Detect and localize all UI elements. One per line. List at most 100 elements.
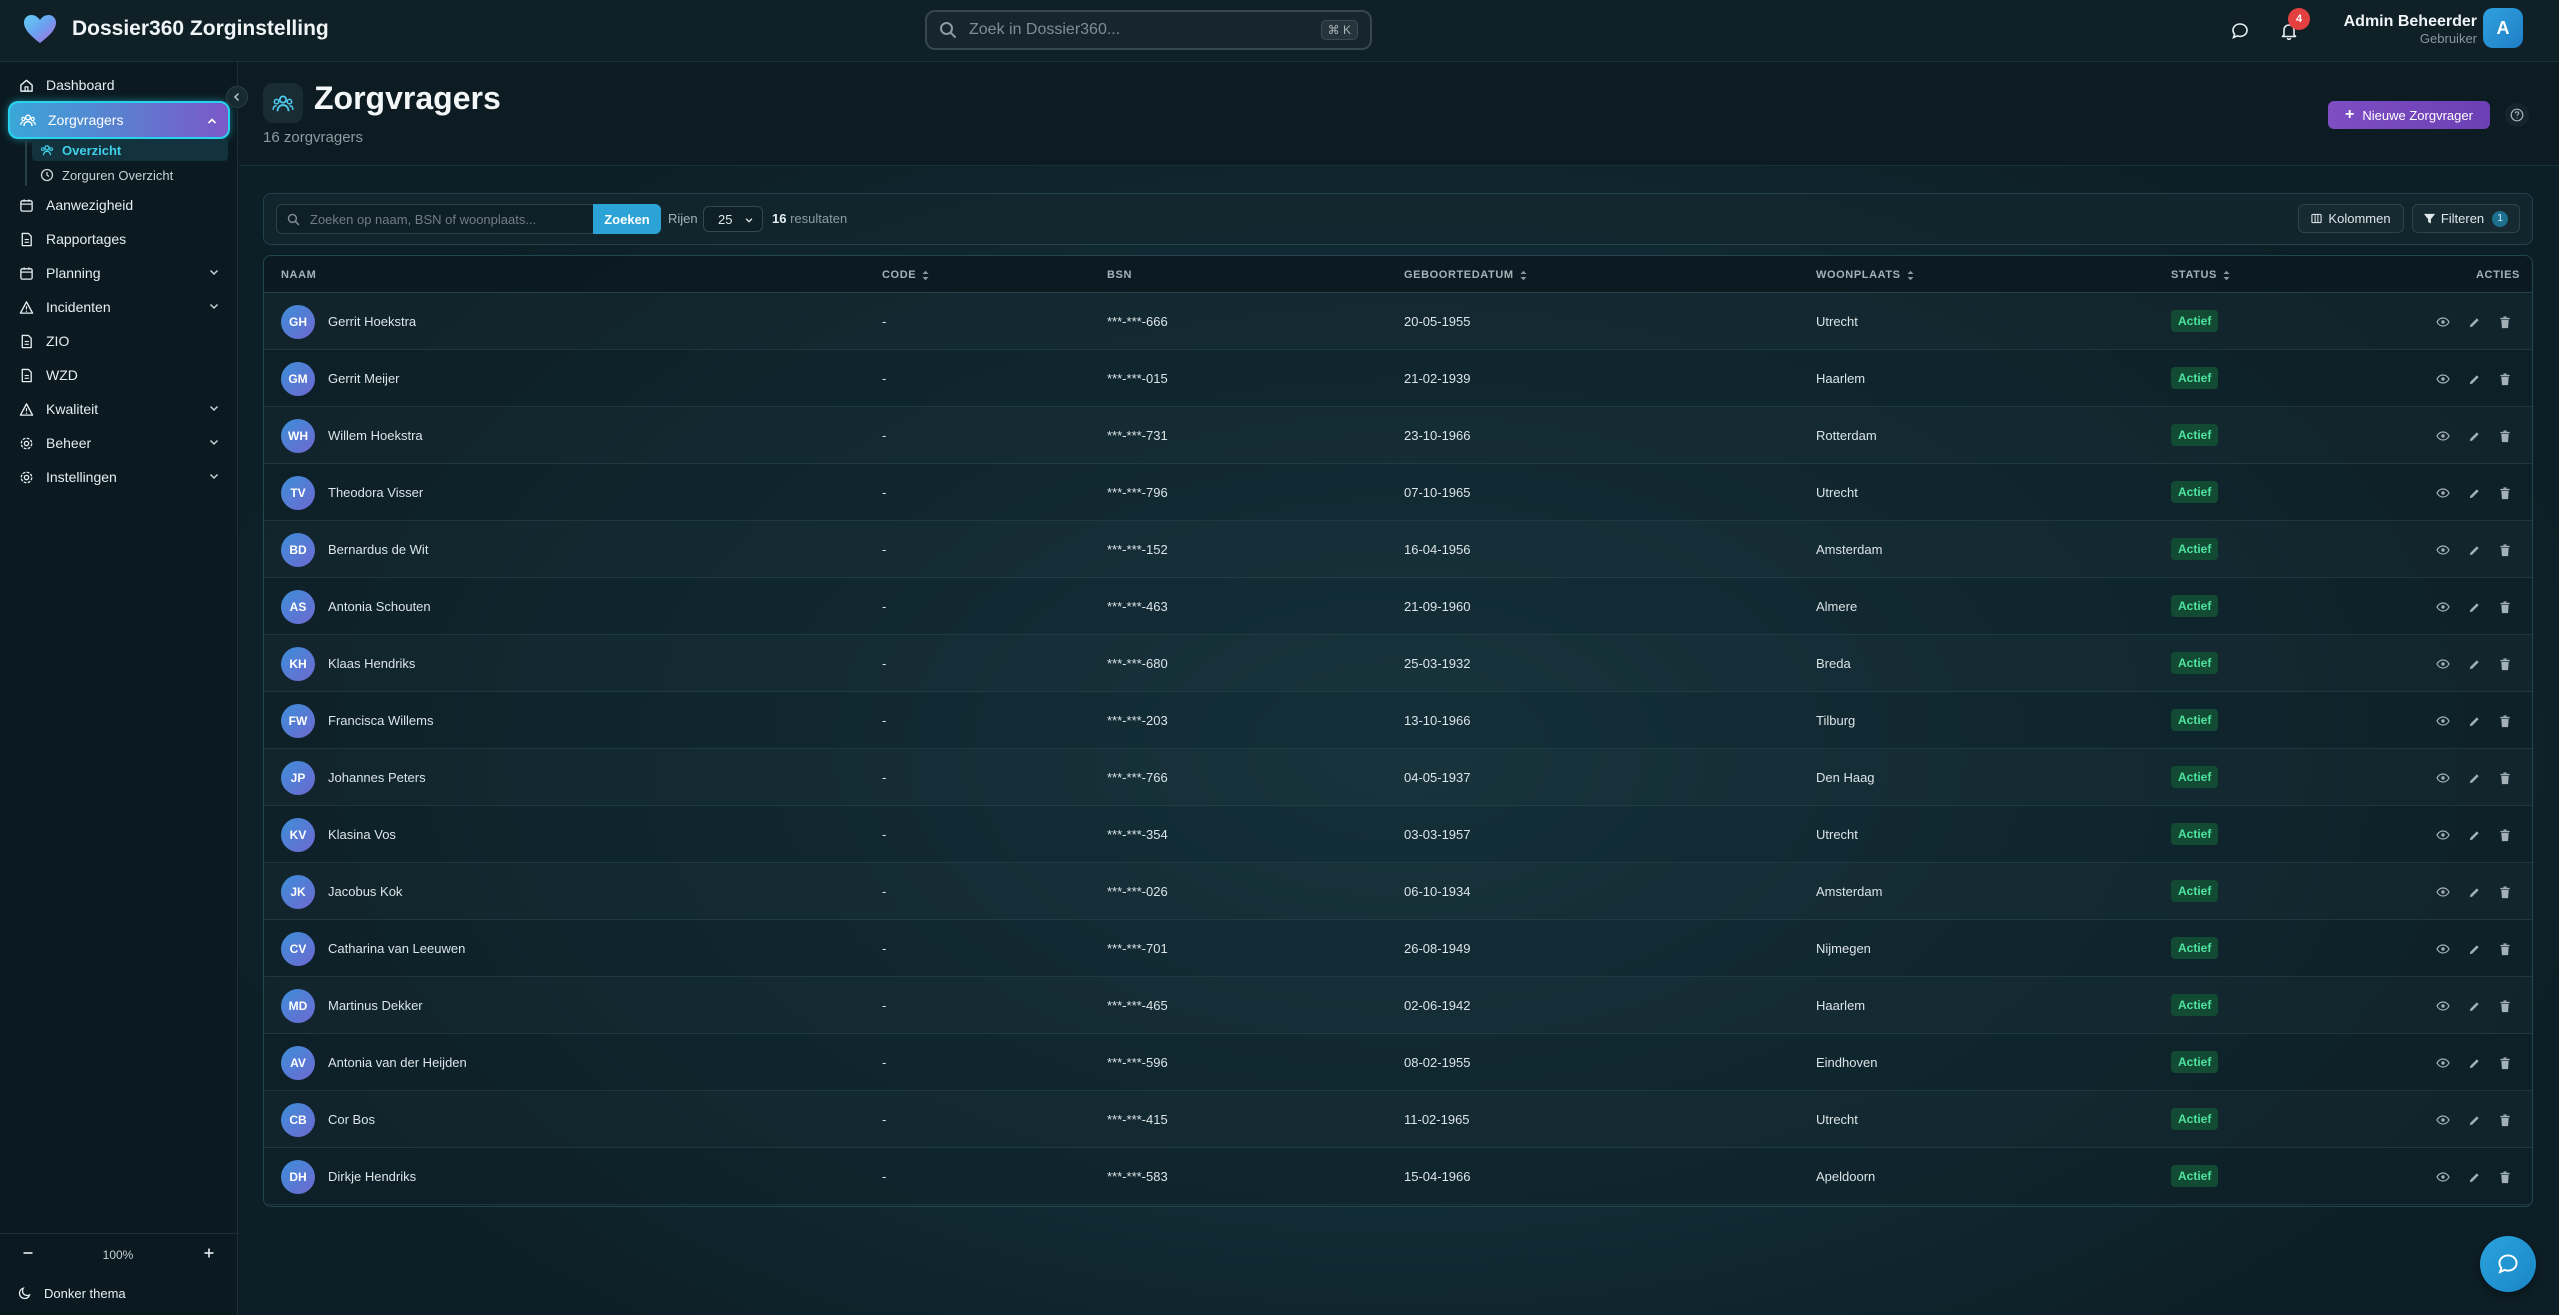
pencil-icon[interactable] bbox=[2467, 771, 2481, 785]
sidebar-item-instellingen[interactable]: Instellingen bbox=[8, 462, 230, 492]
new-zorgvrager-button[interactable]: + Nieuwe Zorgvrager bbox=[2328, 101, 2490, 129]
eye-icon[interactable] bbox=[2436, 942, 2450, 956]
sidebar-item-beheer[interactable]: Beheer bbox=[8, 428, 230, 458]
cell-name[interactable]: Klasina Vos bbox=[328, 827, 396, 842]
sidebar-item-aanwezigheid[interactable]: Aanwezigheid bbox=[8, 190, 230, 220]
trash-icon[interactable] bbox=[2498, 1113, 2512, 1127]
table-row[interactable]: WH Willem Hoekstra - ***-***-731 23-10-1966 R… bbox=[264, 407, 2532, 464]
sidebar-item-wzd[interactable]: WZD bbox=[8, 360, 230, 390]
eye-icon[interactable] bbox=[2436, 486, 2450, 500]
pencil-icon[interactable] bbox=[2467, 486, 2481, 500]
eye-icon[interactable] bbox=[2436, 1113, 2450, 1127]
eye-icon[interactable] bbox=[2436, 657, 2450, 671]
pencil-icon[interactable] bbox=[2467, 543, 2481, 557]
table-search-input[interactable]: Zoeken op naam, BSN of woonplaats... bbox=[276, 204, 594, 234]
table-row[interactable]: AS Antonia Schouten - ***-***-463 21-09-1960… bbox=[264, 578, 2532, 635]
pencil-icon[interactable] bbox=[2467, 942, 2481, 956]
trash-icon[interactable] bbox=[2498, 600, 2512, 614]
table-row[interactable]: DH Dirkje Hendriks - ***-***-583 15-04-1966 A… bbox=[264, 1148, 2532, 1205]
chat-support-button[interactable] bbox=[2480, 1236, 2536, 1292]
sidebar-item-zio[interactable]: ZIO bbox=[8, 326, 230, 356]
column-header-code[interactable]: CODE bbox=[882, 269, 929, 281]
table-row[interactable]: JP Johannes Peters - ***-***-766 04-05-1937 D… bbox=[264, 749, 2532, 806]
trash-icon[interactable] bbox=[2498, 657, 2512, 671]
table-row[interactable]: JK Jacobus Kok - ***-***-026 06-10-1934 Amste… bbox=[264, 863, 2532, 920]
global-search-input[interactable]: Zoek in Dossier360... ⌘ K bbox=[925, 10, 1372, 50]
pencil-icon[interactable] bbox=[2467, 714, 2481, 728]
trash-icon[interactable] bbox=[2498, 1056, 2512, 1070]
trash-icon[interactable] bbox=[2498, 429, 2512, 443]
cell-name[interactable]: Gerrit Meijer bbox=[328, 371, 400, 386]
eye-icon[interactable] bbox=[2436, 429, 2450, 443]
search-button[interactable]: Zoeken bbox=[593, 204, 661, 234]
eye-icon[interactable] bbox=[2436, 1170, 2450, 1184]
trash-icon[interactable] bbox=[2498, 771, 2512, 785]
zoom-in-button[interactable] bbox=[199, 1243, 219, 1263]
column-header-woonplaats[interactable]: WOONPLAATS bbox=[1816, 269, 1914, 281]
trash-icon[interactable] bbox=[2498, 1170, 2512, 1184]
columns-button[interactable]: Kolommen bbox=[2298, 204, 2404, 233]
sidebar-item-kwaliteit[interactable]: Kwaliteit bbox=[8, 394, 230, 424]
pencil-icon[interactable] bbox=[2467, 999, 2481, 1013]
user-avatar[interactable]: A bbox=[2483, 8, 2523, 48]
cell-name[interactable]: Theodora Visser bbox=[328, 485, 423, 500]
pencil-icon[interactable] bbox=[2467, 600, 2481, 614]
table-row[interactable]: MD Martinus Dekker - ***-***-465 02-06-1942 H… bbox=[264, 977, 2532, 1034]
trash-icon[interactable] bbox=[2498, 543, 2512, 557]
table-row[interactable]: CB Cor Bos - ***-***-415 11-02-1965 Utrecht Ac… bbox=[264, 1091, 2532, 1148]
trash-icon[interactable] bbox=[2498, 714, 2512, 728]
pencil-icon[interactable] bbox=[2467, 885, 2481, 899]
cell-name[interactable]: Jacobus Kok bbox=[328, 884, 402, 899]
filter-button[interactable]: Filteren 1 bbox=[2412, 204, 2520, 233]
eye-icon[interactable] bbox=[2436, 885, 2450, 899]
sidebar-item-dashboard[interactable]: Dashboard bbox=[8, 70, 230, 100]
table-row[interactable]: FW Francisca Willems - ***-***-203 13-10-196… bbox=[264, 692, 2532, 749]
sidebar-subitem-zorguren-overzicht[interactable]: Zorguren Overzicht bbox=[40, 164, 173, 186]
cell-name[interactable]: Willem Hoekstra bbox=[328, 428, 423, 443]
pencil-icon[interactable] bbox=[2467, 372, 2481, 386]
cell-name[interactable]: Antonia Schouten bbox=[328, 599, 431, 614]
pencil-icon[interactable] bbox=[2467, 1056, 2481, 1070]
eye-icon[interactable] bbox=[2436, 999, 2450, 1013]
table-row[interactable]: GM Gerrit Meijer - ***-***-015 21-02-1939 Haa… bbox=[264, 350, 2532, 407]
column-header-geboortedatum[interactable]: GEBOORTEDATUM bbox=[1404, 269, 1527, 281]
zoom-out-button[interactable] bbox=[18, 1243, 38, 1263]
sidebar-collapse-button[interactable] bbox=[226, 86, 248, 108]
table-row[interactable]: TV Theodora Visser - ***-***-796 07-10-1965 U… bbox=[264, 464, 2532, 521]
trash-icon[interactable] bbox=[2498, 828, 2512, 842]
sidebar-item-rapportages[interactable]: Rapportages bbox=[8, 224, 230, 254]
eye-icon[interactable] bbox=[2436, 315, 2450, 329]
cell-name[interactable]: Dirkje Hendriks bbox=[328, 1169, 416, 1184]
column-header-naam[interactable]: NAAM bbox=[281, 269, 316, 281]
rows-per-page-select[interactable]: 25 bbox=[703, 206, 763, 232]
sidebar-subitem-overzicht[interactable]: Overzicht bbox=[40, 139, 121, 161]
cell-name[interactable]: Antonia van der Heijden bbox=[328, 1055, 467, 1070]
column-header-status[interactable]: STATUS bbox=[2171, 269, 2230, 281]
eye-icon[interactable] bbox=[2436, 543, 2450, 557]
cell-name[interactable]: Bernardus de Wit bbox=[328, 542, 428, 557]
pencil-icon[interactable] bbox=[2467, 1113, 2481, 1127]
pencil-icon[interactable] bbox=[2467, 1170, 2481, 1184]
cell-name[interactable]: Gerrit Hoekstra bbox=[328, 314, 416, 329]
pencil-icon[interactable] bbox=[2467, 657, 2481, 671]
chat-icon[interactable] bbox=[2227, 18, 2253, 44]
eye-icon[interactable] bbox=[2436, 828, 2450, 842]
eye-icon[interactable] bbox=[2436, 600, 2450, 614]
pencil-icon[interactable] bbox=[2467, 429, 2481, 443]
trash-icon[interactable] bbox=[2498, 486, 2512, 500]
theme-toggle[interactable]: Donker thema bbox=[18, 1282, 126, 1304]
sidebar-item-planning[interactable]: Planning bbox=[8, 258, 230, 288]
table-row[interactable]: CV Catharina van Leeuwen - ***-***-701 26-08… bbox=[264, 920, 2532, 977]
eye-icon[interactable] bbox=[2436, 714, 2450, 728]
cell-name[interactable]: Johannes Peters bbox=[328, 770, 426, 785]
trash-icon[interactable] bbox=[2498, 942, 2512, 956]
cell-name[interactable]: Cor Bos bbox=[328, 1112, 375, 1127]
eye-icon[interactable] bbox=[2436, 771, 2450, 785]
trash-icon[interactable] bbox=[2498, 999, 2512, 1013]
brand[interactable]: Dossier360 Zorginstelling bbox=[22, 13, 329, 45]
eye-icon[interactable] bbox=[2436, 372, 2450, 386]
trash-icon[interactable] bbox=[2498, 315, 2512, 329]
sidebar-item-incidenten[interactable]: Incidenten bbox=[8, 292, 230, 322]
table-row[interactable]: KH Klaas Hendriks - ***-***-680 25-03-1932 Br… bbox=[264, 635, 2532, 692]
sidebar-item-zorgvragers[interactable]: Zorgvragers bbox=[8, 101, 230, 139]
